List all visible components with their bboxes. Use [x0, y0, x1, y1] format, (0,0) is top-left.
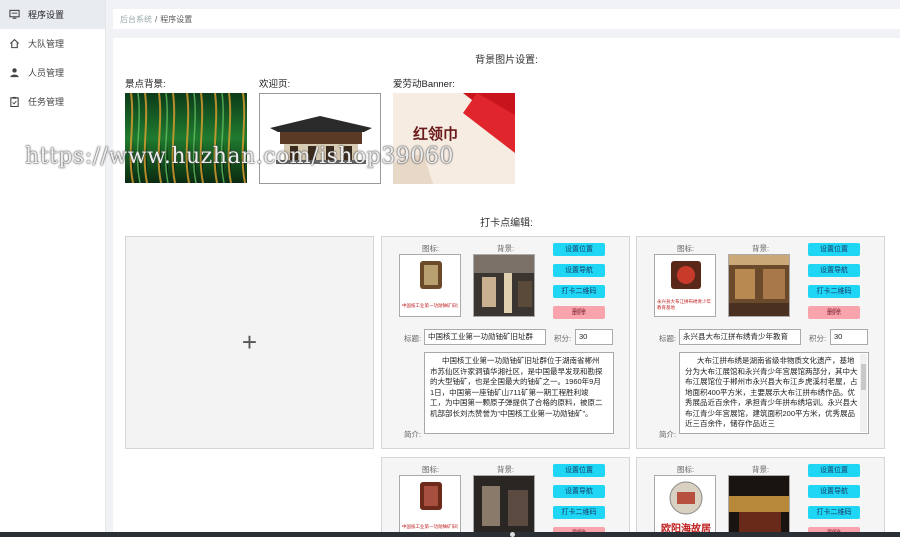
intro-label: 简介:: [659, 430, 677, 439]
welcome-page-label: 欢迎页:: [259, 79, 291, 90]
scenic-background-image[interactable]: [125, 93, 247, 183]
icon-label: 图标:: [422, 465, 440, 474]
title-input[interactable]: 永兴县大布江拼布绣青少年教育: [679, 329, 801, 345]
intro-textarea[interactable]: 大布江拼布绣是湖南省级非物质文化遗产，基地分为大布江展馆和永兴青少年宫展馆两部分…: [679, 352, 869, 434]
icon-caption: 中国核工业第一功勋铀矿旧址群: [402, 524, 458, 529]
checkpoint-background-thumbnail: [729, 476, 789, 537]
scenic-background-label: 景点背景:: [125, 79, 166, 90]
sidebar-item-label: 人员管理: [28, 68, 65, 78]
set-location-button[interactable]: 设置位置: [808, 243, 860, 256]
sidebar-item-label: 程序设置: [28, 10, 65, 20]
labor-banner-image[interactable]: 红领巾: [393, 93, 515, 184]
sidebar-item-brigade[interactable]: 大队管理: [0, 29, 105, 58]
breadcrumb-home[interactable]: 后台系统: [120, 14, 152, 25]
checkpoint-card: 图标: 背景: 中国核工业第一功勋铀矿旧址群 设置位置 设置导航 打卡二维码 删…: [381, 457, 630, 537]
checkpoint-icon-image[interactable]: 中国核工业第一功勋铀矿旧址群: [399, 254, 461, 317]
add-checkpoint-button[interactable]: +: [125, 236, 374, 449]
bottom-bar: [0, 532, 900, 537]
set-location-button[interactable]: 设置位置: [808, 464, 860, 477]
user-icon: [8, 67, 20, 79]
background-label: 背景:: [752, 465, 770, 474]
background-label: 背景:: [752, 244, 770, 253]
intro-text: 大布江拼布绣是湖南省级非物质文化遗产，基地分为大布江展馆和永兴青少年宫展馆两部分…: [685, 356, 858, 428]
checkpoint-card: 图标: 背景: 永兴县大布江拼布绣青少年教育基地 设置位置 设置导航 打卡二维码…: [636, 236, 885, 449]
set-navigation-button[interactable]: 设置导航: [808, 264, 860, 277]
background-label: 背景:: [497, 465, 515, 474]
intro-text: 中国核工业第一功勋铀矿旧址群位于湖南省郴州市苏仙区许家洞镇华湘社区，是中国最早发…: [430, 356, 603, 418]
checkpoint-background-image[interactable]: [473, 475, 535, 537]
welcome-page-thumbnail: [260, 94, 380, 183]
points-input[interactable]: 30: [575, 329, 613, 345]
icon-label: 图标:: [422, 244, 440, 253]
points-input[interactable]: 30: [830, 329, 868, 345]
checkpoint-icon-image[interactable]: 欧阳海故居: [654, 475, 716, 537]
qr-code-button[interactable]: 打卡二维码: [553, 506, 605, 519]
sidebar-item-staff[interactable]: 人员管理: [0, 58, 105, 87]
background-settings-title: 背景图片设置:: [475, 55, 538, 66]
breadcrumb-current: 程序设置: [160, 14, 193, 24]
sidebar: 程序设置 大队管理 人员管理 任务管理: [0, 0, 106, 537]
plus-icon: +: [241, 327, 258, 357]
checkpoint-background-thumbnail: [729, 255, 789, 316]
checkpoint-card: 图标: 背景: 欧阳海故居 设置位置 设置导航 打卡二维码 删除: [636, 457, 885, 537]
monitor-icon: [8, 9, 20, 21]
delete-button[interactable]: 删除: [808, 306, 860, 319]
scrollbar-thumb[interactable]: [861, 364, 866, 390]
checkpoint-background-thumbnail: [474, 476, 534, 537]
points-label: 积分:: [809, 334, 827, 343]
checkpoint-icon-image[interactable]: 中国核工业第一功勋铀矿旧址群: [399, 475, 461, 537]
textarea-scrollbar[interactable]: [860, 354, 867, 432]
title-label: 标题:: [659, 334, 677, 343]
set-location-button[interactable]: 设置位置: [553, 243, 605, 256]
title-input[interactable]: 中国核工业第一功勋铀矿旧址群: [424, 329, 546, 345]
breadcrumb-separator: /: [155, 14, 158, 24]
set-navigation-button[interactable]: 设置导航: [553, 485, 605, 498]
icon-label: 图标:: [677, 244, 695, 253]
background-label: 背景:: [497, 244, 515, 253]
sidebar-item-tasks[interactable]: 任务管理: [0, 87, 105, 116]
intro-label: 简介:: [404, 430, 422, 439]
set-location-button[interactable]: 设置位置: [553, 464, 605, 477]
icon-caption: 中国核工业第一功勋铀矿旧址群: [402, 303, 458, 308]
checkpoint-background-image[interactable]: [728, 475, 790, 537]
home-icon: [8, 38, 20, 50]
icon-caption: 永兴县大布江拼布绣青少年教育基地: [657, 299, 711, 310]
set-navigation-button[interactable]: 设置导航: [808, 485, 860, 498]
qr-code-button[interactable]: 打卡二维码: [808, 285, 860, 298]
labor-banner-label: 爱劳动Banner:: [393, 79, 455, 90]
main-content: 背景图片设置: 景点背景: 欢迎页: 爱劳动Banner: 红领巾 打卡点编辑:…: [113, 38, 900, 537]
checkin-edit-title: 打卡点编辑:: [480, 218, 533, 229]
banner-calligraphy: 红领巾: [413, 125, 459, 143]
checkpoint-background-image[interactable]: [473, 254, 535, 317]
scenic-background-thumbnail: [125, 93, 247, 183]
checkpoint-card: 图标: 背景: 中国核工业第一功勋铀矿旧址群 设置位置 设置导航 打卡二维码 删…: [381, 236, 630, 449]
intro-textarea[interactable]: 中国核工业第一功勋铀矿旧址群位于湖南省郴州市苏仙区许家洞镇华湘社区，是中国最早发…: [424, 352, 614, 434]
title-label: 标题:: [404, 334, 422, 343]
welcome-page-image[interactable]: [259, 93, 381, 184]
sidebar-item-label: 任务管理: [28, 97, 65, 107]
breadcrumb: 后台系统 / 程序设置: [113, 9, 900, 29]
points-label: 积分:: [554, 334, 572, 343]
cursor-dot: [510, 532, 515, 537]
checkpoint-icon-image[interactable]: 永兴县大布江拼布绣青少年教育基地: [654, 254, 716, 317]
icon-label: 图标:: [677, 465, 695, 474]
sidebar-item-program-settings[interactable]: 程序设置: [0, 0, 105, 29]
delete-button[interactable]: 删除: [553, 306, 605, 319]
sidebar-item-label: 大队管理: [28, 39, 65, 49]
checkpoint-background-image[interactable]: [728, 254, 790, 317]
qr-code-button[interactable]: 打卡二维码: [553, 285, 605, 298]
clipboard-icon: [8, 96, 20, 108]
checkpoint-background-thumbnail: [474, 255, 534, 316]
set-navigation-button[interactable]: 设置导航: [553, 264, 605, 277]
qr-code-button[interactable]: 打卡二维码: [808, 506, 860, 519]
